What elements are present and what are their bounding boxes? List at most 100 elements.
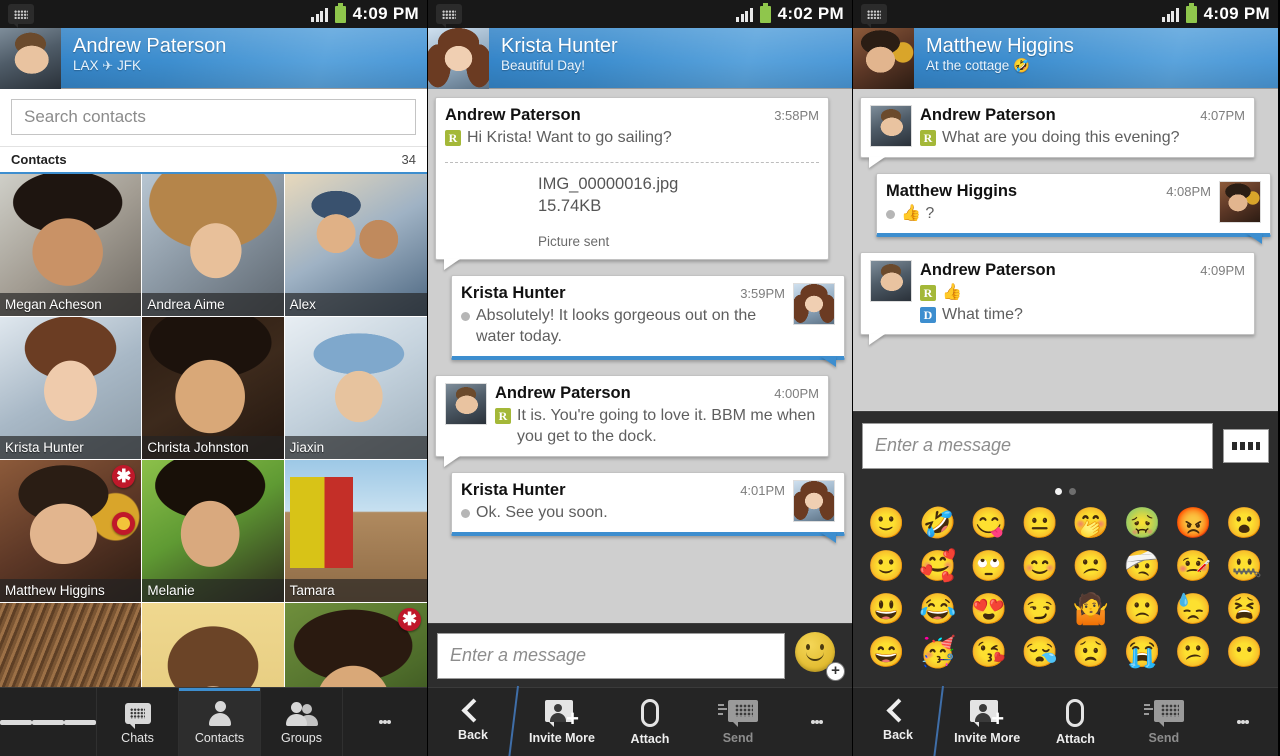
emoji-button[interactable]: 😮 (1219, 507, 1270, 541)
contact-name: Jiaxin (284, 436, 427, 459)
emoji-button[interactable]: 🙂 (861, 507, 912, 541)
chat-message-list[interactable]: Andrew Paterson 4:07PM R What are you doing… (853, 89, 1278, 410)
tab-contacts[interactable]: Contacts (179, 688, 261, 756)
contact-status: At the cottage 🤣 (926, 57, 1074, 75)
back-button[interactable]: Back (428, 688, 518, 756)
overflow-menu-button[interactable] (1208, 688, 1278, 756)
profile-name: Andrew Paterson (73, 35, 227, 57)
message-bubble[interactable]: Krista Hunter 3:59PM Absolutely! It looks … (451, 275, 845, 360)
emoji-button[interactable]: 😘 (963, 636, 1014, 670)
read-badge-icon: R (920, 130, 936, 146)
invite-more-button[interactable]: + Invite More (518, 688, 606, 756)
overflow-menu-button[interactable] (343, 688, 427, 756)
contact-tile[interactable]: Krista Hunter (0, 317, 143, 460)
contact-tile[interactable]: Melanie (142, 460, 285, 603)
emoji-grid: 🙂 🤣 😋 😐 🤭 🤢 😡 😮 🙂 🥰 🙄 😊 😕 🤕 🤒 🤐 😃 😂 😍 😏 🤷 🙁 😓 😫 😄 🥳 😘 😪 😟 😭 😕 😶 (853, 501, 1278, 670)
emoji-button[interactable]: 😫 (1219, 593, 1270, 627)
emoji-button[interactable]: 😊 (1014, 550, 1065, 584)
message-bubble[interactable]: Andrew Paterson 4:09PM R 👍 D What time? (860, 252, 1255, 335)
back-button[interactable]: Back (853, 688, 943, 756)
contact-name: Melanie (142, 579, 284, 602)
emoji-button[interactable]: 😡 (1168, 507, 1219, 541)
attach-button[interactable]: Attach (606, 688, 694, 756)
message-text: 👍 (942, 284, 962, 301)
bubble-content: Krista Hunter 4:01PM Ok. See you soon. (452, 473, 844, 532)
status-clock: 4:09 PM (1203, 4, 1270, 23)
message-bubble[interactable]: Andrew Paterson 4:00PM R It is. You're goin… (435, 375, 829, 457)
emoji-button[interactable]: 🙂 (861, 550, 912, 584)
emoji-button[interactable]: 🤐 (1219, 550, 1270, 584)
attachment[interactable]: IMG_00000016.jpg 15.74KB Picture sent (436, 163, 828, 259)
bubble-content: Andrew Paterson 4:07PM R What are you doing… (861, 98, 1254, 157)
emoji-button[interactable]: 🤷 (1066, 593, 1117, 627)
invite-more-label: Invite More (529, 730, 595, 745)
message-composer: Enter a message + (428, 623, 852, 687)
emoji-button[interactable]: 😃 (861, 593, 912, 627)
chat-contact-header[interactable]: Krista Hunter Beautiful Day! (428, 28, 852, 89)
page-dot[interactable] (1069, 488, 1076, 495)
contact-tile[interactable]: Megan Acheson (0, 174, 143, 317)
message-time: 4:07PM (1200, 108, 1245, 123)
message-bubble[interactable]: Matthew Higgins 4:08PM 👍 ? (876, 173, 1271, 237)
emoji-button[interactable]: 🙄 (963, 550, 1014, 584)
smiley-plus-icon[interactable]: + (795, 631, 845, 681)
tab-contacts-label: Contacts (194, 731, 245, 745)
emoji-picker[interactable]: 🙂 🤣 😋 😐 🤭 🤢 😡 😮 🙂 🥰 🙄 😊 😕 🤕 🤒 🤐 😃 😂 😍 😏 🤷 🙁 😓 😫 😄 🥳 😘 😪 😟 😭 😕 😶 (853, 479, 1278, 687)
contact-tile[interactable]: Christa Johnston (142, 317, 285, 460)
send-button[interactable]: Send (694, 688, 782, 756)
message-placeholder: Enter a message (875, 435, 1012, 455)
emoji-button[interactable]: 😍 (963, 593, 1014, 627)
emoji-page-dots (853, 479, 1278, 501)
message-input[interactable]: Enter a message (862, 422, 1213, 469)
emoji-button[interactable]: 😪 (1014, 636, 1065, 670)
avatar[interactable] (853, 28, 914, 89)
message-line: Absolutely! It looks gorgeous out on the… (461, 305, 785, 347)
emoji-button[interactable]: 😄 (861, 636, 912, 670)
emoji-button[interactable]: 😟 (1066, 636, 1117, 670)
keyboard-icon[interactable] (1223, 428, 1269, 463)
three-phone-screenshots: 4:09 PM Andrew Paterson LAX ✈ JFK Search… (0, 0, 1280, 756)
emoji-button[interactable]: 🤭 (1066, 507, 1117, 541)
contact-tile[interactable]: Tamara (284, 460, 427, 603)
invite-more-button[interactable]: + Invite More (943, 688, 1031, 756)
emoji-button[interactable]: 😂 (912, 593, 963, 627)
emoji-button[interactable]: 🥳 (912, 636, 963, 670)
contact-tile[interactable]: ✱ Matthew Higgins (0, 460, 143, 603)
message-input[interactable]: Enter a message (437, 632, 785, 679)
emoji-button[interactable]: 🥰 (912, 550, 963, 584)
sidebar-item-menu[interactable] (0, 688, 97, 756)
contact-tile[interactable]: Andrea Aime (142, 174, 285, 317)
contact-tile[interactable]: Jiaxin (284, 317, 427, 460)
emoji-button[interactable]: 🤒 (1168, 550, 1219, 584)
avatar[interactable] (0, 28, 61, 89)
avatar[interactable] (428, 28, 489, 89)
attachment-status: Picture sent (538, 234, 610, 249)
page-dot[interactable] (1055, 488, 1062, 495)
attach-button[interactable]: Attach (1031, 688, 1119, 756)
contact-tile[interactable]: Alex (284, 174, 427, 317)
status-emoji-icon: 🤣 (1013, 58, 1030, 73)
emoji-button[interactable]: 😋 (963, 507, 1014, 541)
emoji-button[interactable]: 😕 (1066, 550, 1117, 584)
tab-groups[interactable]: Groups (261, 688, 343, 756)
send-label: Send (722, 730, 754, 745)
tab-chats[interactable]: Chats (97, 688, 179, 756)
chat-contact-header[interactable]: Matthew Higgins At the cottage 🤣 (853, 28, 1278, 89)
search-input[interactable]: Search contacts (11, 99, 416, 135)
message-bubble[interactable]: Andrew Paterson 4:07PM R What are you doing… (860, 97, 1255, 158)
emoji-button[interactable]: 😭 (1117, 636, 1168, 670)
emoji-button[interactable]: 🙁 (1117, 593, 1168, 627)
message-bubble[interactable]: Andrew Paterson 3:58PM R Hi Krista! Want to… (435, 97, 829, 260)
emoji-button[interactable]: 😶 (1219, 636, 1270, 670)
emoji-button[interactable]: 🤣 (912, 507, 963, 541)
emoji-button[interactable]: 🤕 (1117, 550, 1168, 584)
my-profile-header[interactable]: Andrew Paterson LAX ✈ JFK (0, 28, 427, 89)
overflow-menu-button[interactable] (782, 688, 852, 756)
emoji-button[interactable]: 😓 (1168, 593, 1219, 627)
emoji-button[interactable]: 😏 (1014, 593, 1065, 627)
emoji-button[interactable]: 🤢 (1117, 507, 1168, 541)
send-button[interactable]: Send (1120, 688, 1208, 756)
message-bubble[interactable]: Krista Hunter 4:01PM Ok. See you soon. (451, 472, 845, 536)
emoji-button[interactable]: 😐 (1014, 507, 1065, 541)
emoji-button[interactable]: 😕 (1168, 636, 1219, 670)
